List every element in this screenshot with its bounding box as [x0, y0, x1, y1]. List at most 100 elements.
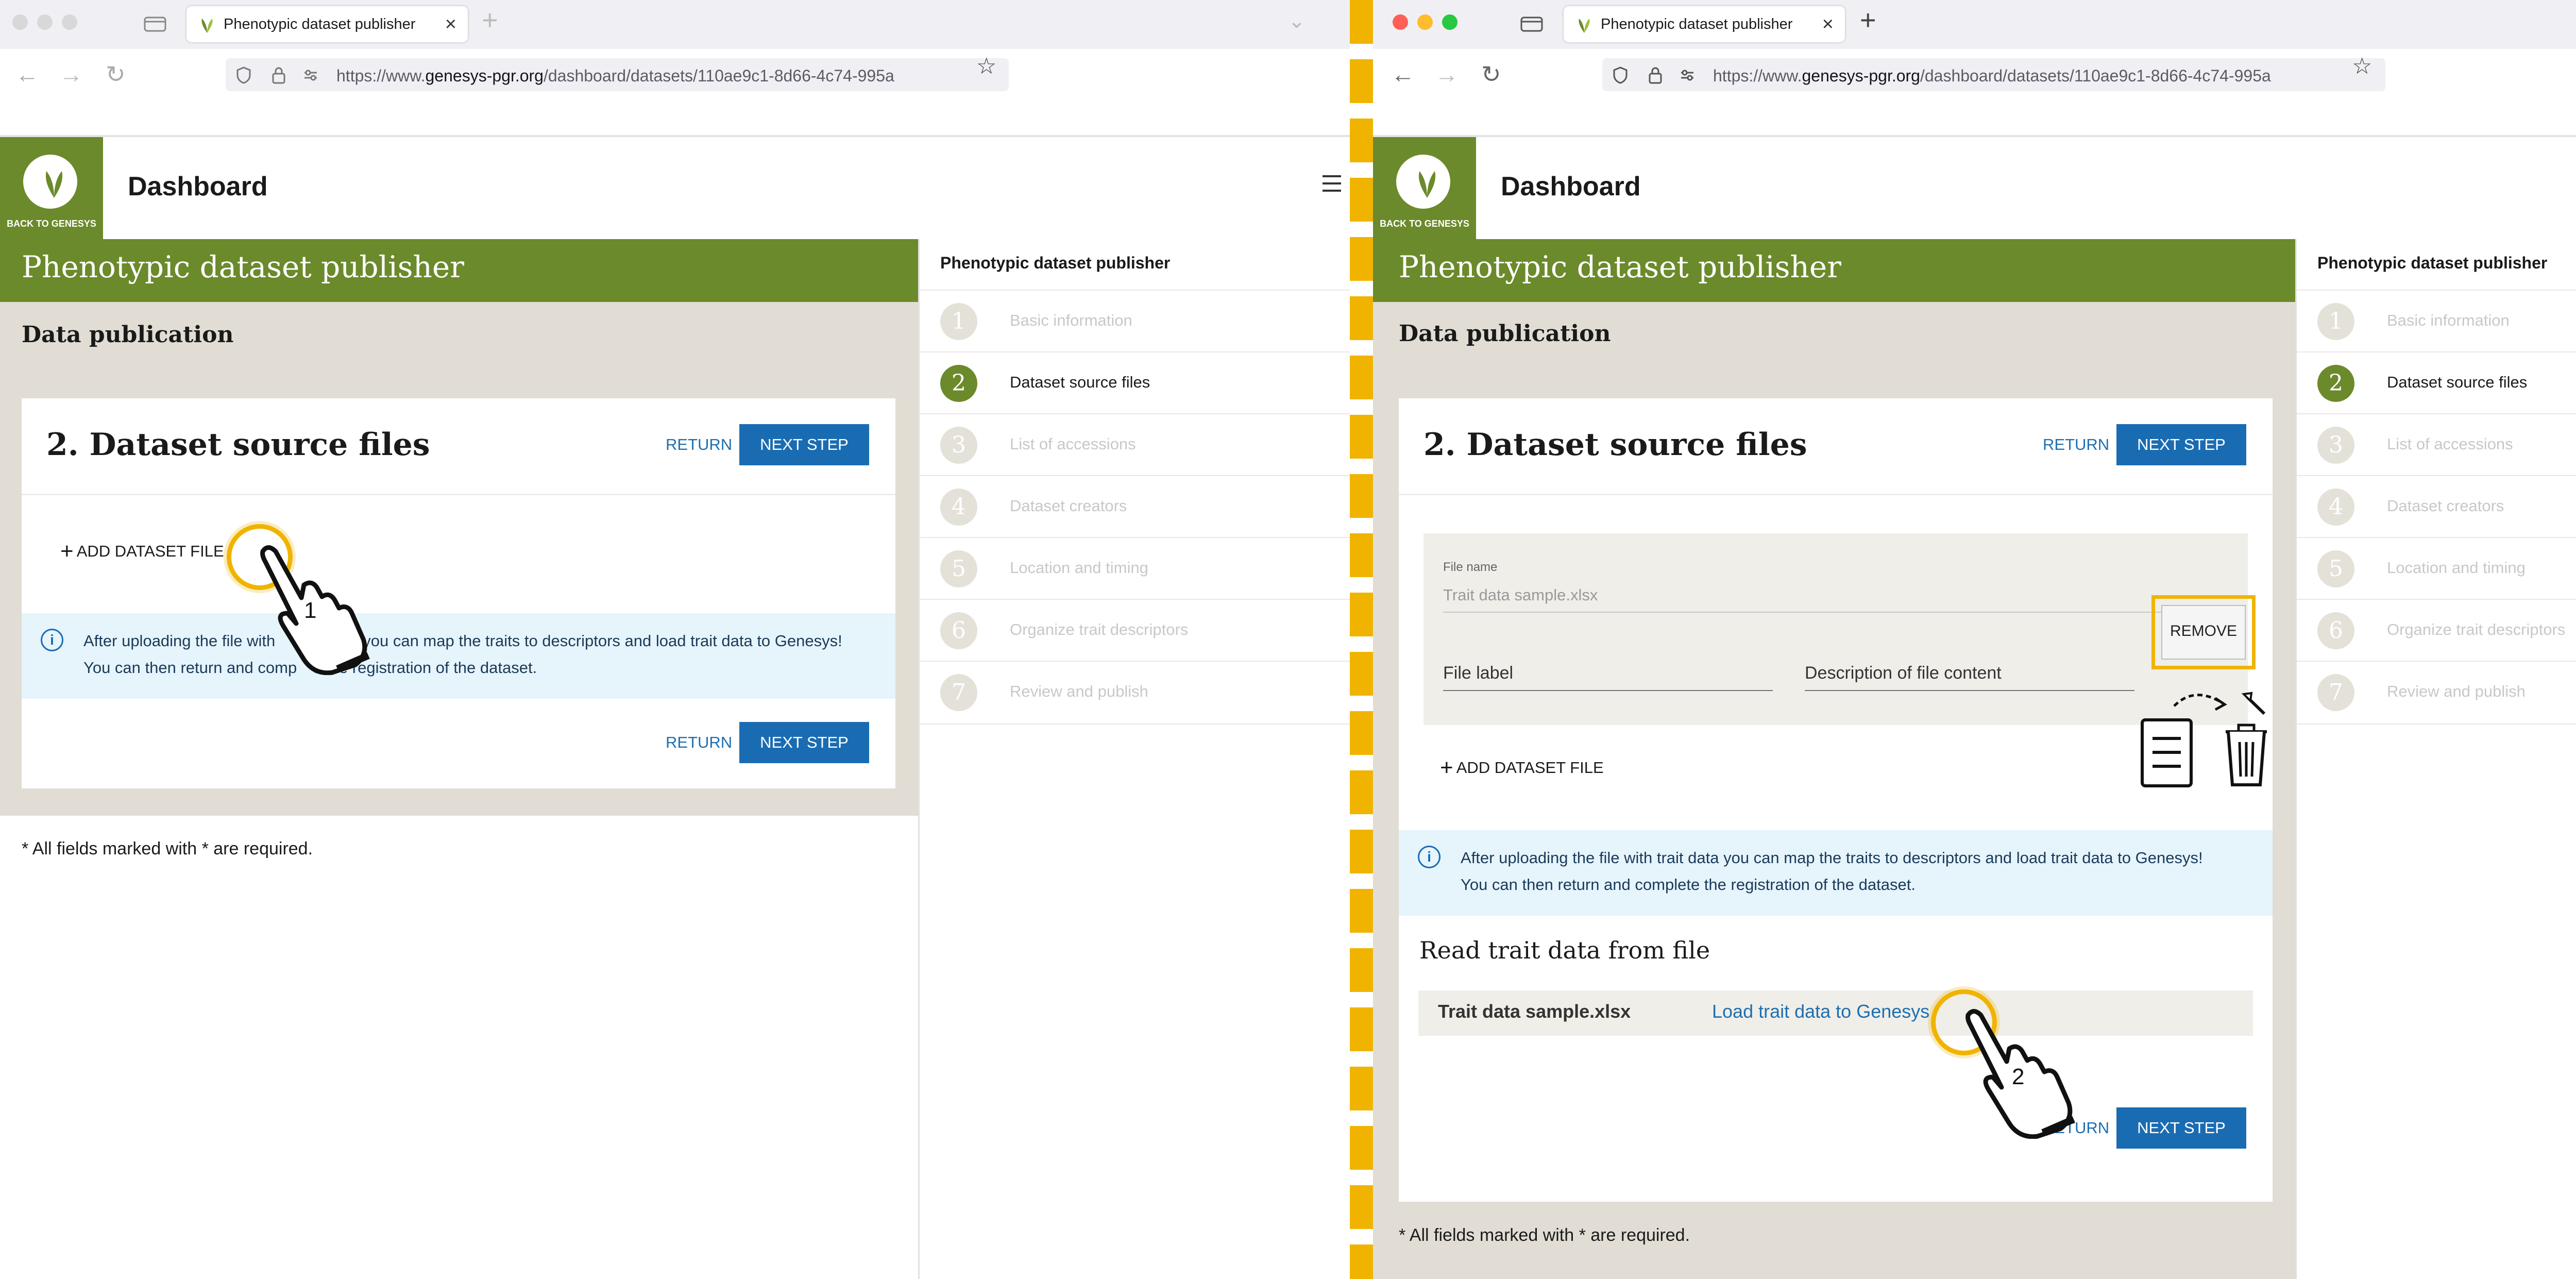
section-band: Data publication: [0, 302, 918, 371]
info-icon: i: [41, 629, 63, 651]
next-step-button-bottom[interactable]: NEXT STEP: [739, 722, 869, 763]
sidebar-step-3-right[interactable]: 3 List of accessions: [2297, 413, 2576, 476]
window-zoom-dot[interactable]: [62, 14, 77, 30]
permissions-icon-right: [1681, 70, 1693, 81]
sidebar-step-1[interactable]: 1 Basic information: [920, 290, 1350, 352]
info-banner: i After uploading the file with you can m…: [22, 613, 895, 699]
leaf-logo-icon: [45, 171, 63, 198]
steps-sidebar: Phenotypic dataset publisher 1 Basic info…: [918, 239, 1350, 1279]
sidebar-step-6[interactable]: 6 Organize trait descriptors: [920, 599, 1350, 662]
tab-bar-right: Phenotypic dataset publisher × +: [1373, 0, 2576, 49]
tab-title: Phenotypic dataset publisher: [224, 16, 416, 32]
file-name-underline: [1443, 612, 2175, 613]
dataset-file-form: File name Trait data sample.xlsx REMOVE …: [1423, 533, 2256, 725]
hamburger-menu-icon[interactable]: [1321, 173, 1342, 194]
back-icon[interactable]: ←: [15, 60, 39, 88]
window-close-dot-right[interactable]: [1393, 14, 1408, 30]
sidebar-step-5-right[interactable]: 5 Location and timing: [2297, 537, 2576, 600]
return-button-bottom[interactable]: RETURN: [666, 733, 732, 752]
right-browser-window: Phenotypic dataset publisher × + ← → ↻ h…: [1373, 0, 2576, 1279]
reload-icon-right[interactable]: ↻: [1481, 60, 1501, 88]
window-close-dot[interactable]: [12, 14, 28, 30]
file-name-value: Trait data sample.xlsx: [1443, 586, 1598, 604]
file-label-underline: [1443, 690, 1773, 691]
sidebar-step-1-right[interactable]: 1 Basic information: [2297, 290, 2576, 352]
back-icon-right[interactable]: ←: [1391, 60, 1415, 88]
nav-bar-right: ← → ↻ https://www.genesys-pgr.org/dashbo…: [1373, 49, 2576, 103]
tab-overview-icon[interactable]: [143, 14, 167, 33]
trait-file-row: Trait data sample.xlsx Load trait data t…: [1418, 990, 2253, 1036]
info-icon-right: i: [1418, 846, 1440, 868]
shield-icon-right: [1613, 66, 1628, 84]
file-description-input[interactable]: Description of file content: [1805, 663, 2002, 683]
lock-icon-right: [1649, 67, 1662, 84]
shield-icon: [236, 66, 251, 84]
card-bottom-spacer: [1399, 1176, 2273, 1202]
info-text: After uploading the file with you can map…: [83, 632, 842, 677]
sidebar-step-3[interactable]: 3 List of accessions: [920, 413, 1350, 476]
tab-list-chevron-icon[interactable]: ⌄: [1288, 9, 1306, 33]
forward-icon[interactable]: →: [59, 60, 83, 88]
publisher-banner-right: Phenotypic dataset publisher: [1373, 239, 2295, 302]
publisher-banner: Phenotypic dataset publisher: [0, 239, 918, 302]
url-bar[interactable]: https://www.genesys-pgr.org/dashboard/da…: [226, 58, 1009, 91]
sidebar-step-4-right[interactable]: 4 Dataset creators: [2297, 475, 2576, 538]
sidebar-step-7[interactable]: 7 Review and publish: [920, 661, 1350, 725]
remove-file-button[interactable]: REMOVE: [2161, 605, 2246, 660]
required-fields-note: * All fields marked with * are required.: [22, 839, 313, 859]
url-bar-right[interactable]: https://www.genesys-pgr.org/dashboard/da…: [1602, 58, 2385, 91]
window-zoom-dot-right[interactable]: [1442, 14, 1458, 30]
file-description-underline: [1805, 690, 2134, 691]
sidebar-step-7-right[interactable]: 7 Review and publish: [2297, 661, 2576, 725]
url-text: https://www.genesys-pgr.org/dashboard/da…: [336, 66, 894, 85]
app-header-right: BACK TO GENESYS Dashboard: [1373, 137, 2576, 240]
banner-title-right: Phenotypic dataset publisher: [1399, 249, 1841, 284]
window-minimize-dot[interactable]: [37, 14, 53, 30]
return-button-top[interactable]: RETURN: [666, 435, 732, 454]
click-number-2: 2: [2012, 1064, 2025, 1089]
required-fields-note-right: * All fields marked with * are required.: [1399, 1225, 1690, 1245]
remove-highlight-box: REMOVE: [2151, 595, 2256, 669]
app-header: BACK TO GENESYS Dashboard: [0, 137, 1350, 240]
genesys-favicon-icon-right: [1579, 19, 1590, 33]
tab-close-icon-right[interactable]: ×: [1822, 13, 1834, 36]
tab-close-icon[interactable]: ×: [445, 13, 456, 36]
sidebar-step-4[interactable]: 4 Dataset creators: [920, 475, 1350, 538]
sidebar-step-5[interactable]: 5 Location and timing: [920, 537, 1350, 600]
card-divider: [22, 494, 895, 495]
sidebar-step-2[interactable]: 2 Dataset source files: [920, 351, 1350, 414]
new-tab-icon-right[interactable]: +: [1860, 4, 1876, 36]
forward-icon-right[interactable]: →: [1435, 60, 1459, 88]
genesys-logo-right[interactable]: BACK TO GENESYS: [1373, 137, 1476, 239]
browser-tab[interactable]: Phenotypic dataset publisher ×: [187, 6, 468, 42]
window-minimize-dot-right[interactable]: [1417, 14, 1433, 30]
sidebar-step-2-right[interactable]: 2 Dataset source files: [2297, 351, 2576, 414]
next-step-button-top-right[interactable]: NEXT STEP: [2116, 424, 2246, 465]
move-to-trash-annotation-icon: [2141, 692, 2267, 787]
banner-title: Phenotypic dataset publisher: [22, 249, 464, 284]
steps-sidebar-right: Phenotypic dataset publisher 1 Basic info…: [2295, 239, 2576, 1279]
add-dataset-file-button[interactable]: + ADD DATASET FILE: [60, 538, 224, 564]
sidebar-step-6-right[interactable]: 6 Organize trait descriptors: [2297, 599, 2576, 662]
bookmark-star-icon-right[interactable]: ☆: [2352, 53, 2372, 79]
genesys-favicon-icon: [201, 19, 213, 33]
step-title: 2. Dataset source files: [46, 427, 430, 463]
trait-section-heading: Read trait data from file: [1419, 936, 1710, 964]
browser-tab-right[interactable]: Phenotypic dataset publisher ×: [1564, 6, 1845, 42]
tab-overview-icon-right[interactable]: [1520, 14, 1544, 33]
next-step-button-top[interactable]: NEXT STEP: [739, 424, 869, 465]
file-name-label: File name: [1443, 560, 1498, 574]
add-dataset-file-button-right[interactable]: + ADD DATASET FILE: [1440, 755, 1604, 781]
new-tab-icon[interactable]: +: [482, 4, 498, 36]
bookmark-star-icon[interactable]: ☆: [976, 53, 996, 79]
step-title-right: 2. Dataset source files: [1423, 427, 1807, 463]
section-title-right: Data publication: [1399, 321, 1611, 347]
next-step-button-bottom-right[interactable]: NEXT STEP: [2116, 1107, 2246, 1149]
step-card: 2. Dataset source files RETURN NEXT STEP…: [22, 398, 895, 788]
return-button-top-right[interactable]: RETURN: [2043, 435, 2109, 454]
reload-icon[interactable]: ↻: [106, 60, 126, 88]
genesys-logo[interactable]: BACK TO GENESYS: [0, 137, 103, 239]
file-label-input[interactable]: File label: [1443, 663, 1513, 683]
section-title: Data publication: [22, 322, 234, 348]
load-trait-data-link[interactable]: Load trait data to Genesys: [1712, 1001, 1929, 1022]
